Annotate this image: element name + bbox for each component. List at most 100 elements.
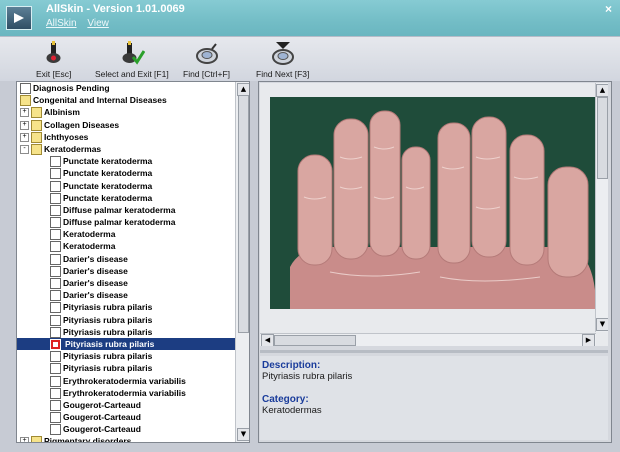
tree-row[interactable]: Darier's disease xyxy=(17,265,235,277)
tree-row[interactable]: Punctate keratoderma xyxy=(17,192,235,204)
tree-row[interactable]: + Albinism xyxy=(17,106,235,119)
tree-item-label: Pityriasis rubra pilaris xyxy=(63,351,153,362)
folder-icon xyxy=(31,119,42,131)
document-icon xyxy=(50,241,61,253)
description-label: Description: xyxy=(262,360,321,371)
tree-item-label: Pityriasis rubra pilaris xyxy=(63,302,153,313)
document-icon xyxy=(50,412,61,424)
tree-row[interactable]: Darier's disease xyxy=(17,277,235,289)
image-scroll-up-icon[interactable]: ▲ xyxy=(596,84,608,97)
tree-item-label: Punctate keratoderma xyxy=(63,180,153,191)
tree-row[interactable]: Diffuse palmar keratoderma xyxy=(17,204,235,216)
tree-row[interactable]: - Keratodermas xyxy=(17,143,235,155)
tree-item-label: Diagnosis Pending xyxy=(33,83,110,93)
image-horizontal-scrollbar[interactable]: ◀ ▶ xyxy=(260,333,596,346)
tree-item-label: Gougerot-Carteaud xyxy=(63,399,141,410)
tree-row[interactable]: Pityriasis rubra pilaris xyxy=(17,337,235,351)
tree-row[interactable]: Diagnosis Pending xyxy=(17,82,235,94)
menu-bar: AllSkin View xyxy=(46,18,117,29)
tree-item-label: Keratoderma xyxy=(63,241,116,252)
main-area: Diagnosis Pending Congenital and Internal… xyxy=(0,81,620,452)
tree-row[interactable]: Congenital and Internal Diseases xyxy=(17,94,235,107)
document-icon xyxy=(50,253,61,265)
document-icon xyxy=(20,83,31,94)
folder-icon xyxy=(20,95,31,107)
find-label: Find [Ctrl+F] xyxy=(183,69,230,79)
image-hscroll-thumb[interactable] xyxy=(274,335,356,346)
tree-scrollbar[interactable]: ▲ ▼ xyxy=(235,82,249,442)
image-vscroll-thumb[interactable] xyxy=(597,97,608,179)
expander-icon[interactable]: + xyxy=(20,437,29,442)
toolbar: Exit [Esc] Select and Exit [F1] Find [Ct… xyxy=(0,36,620,82)
tree-row[interactable]: Punctate keratoderma xyxy=(17,167,235,180)
expander-icon[interactable]: - xyxy=(20,144,29,154)
tree-row[interactable]: Punctate keratoderma xyxy=(17,155,235,168)
panel-splitter[interactable] xyxy=(260,350,608,353)
select-and-exit-button[interactable]: Select and Exit [F1] xyxy=(95,39,169,79)
close-button[interactable]: × xyxy=(605,2,612,16)
tree-item-label: Collagen Diseases xyxy=(44,119,120,130)
document-icon xyxy=(50,156,61,168)
category-value: Keratodermas xyxy=(262,405,322,416)
tree-row[interactable]: Darier's disease xyxy=(17,253,235,265)
tree-row[interactable]: + Collagen Diseases xyxy=(17,119,235,131)
document-icon xyxy=(50,338,61,350)
tree-row[interactable]: Gougerot-Carteaud xyxy=(17,423,235,436)
window-title: AllSkin - Version 1.01.0069 xyxy=(46,3,185,15)
tree-row[interactable]: Pityriasis rubra pilaris xyxy=(17,314,235,326)
document-icon xyxy=(50,204,61,216)
find-icon xyxy=(183,39,230,65)
tree-row[interactable]: Diffuse palmar keratoderma xyxy=(17,216,235,229)
expander-icon[interactable]: + xyxy=(20,132,29,142)
preview-panel: ▲ ▼ ◀ ▶ Description: Pityriasis rubra pi… xyxy=(258,81,612,443)
tree-row[interactable]: Gougerot-Carteaud xyxy=(17,411,235,424)
tree-item-label: Albinism xyxy=(44,107,80,118)
tree-row[interactable]: Punctate keratoderma xyxy=(17,180,235,192)
tree-row[interactable]: + Ichthyoses xyxy=(17,131,235,143)
find-button[interactable]: Find [Ctrl+F] xyxy=(183,39,230,79)
expander-icon[interactable]: + xyxy=(20,120,29,130)
tree-row[interactable]: Erythrokeratodermia variabilis xyxy=(17,387,235,399)
tree-item-label: Pityriasis rubra pilaris xyxy=(63,363,153,374)
tree-row[interactable]: + Pigmentary disorders xyxy=(17,435,235,442)
image-vertical-scrollbar[interactable]: ▲ ▼ xyxy=(595,83,608,332)
tree-item-label: Keratoderma xyxy=(63,229,116,240)
document-icon xyxy=(50,229,61,241)
tree-item-label: Diffuse palmar keratoderma xyxy=(63,217,176,228)
tree-row[interactable]: Gougerot-Carteaud xyxy=(17,399,235,411)
image-scroll-right-icon[interactable]: ▶ xyxy=(582,334,595,346)
scroll-thumb[interactable] xyxy=(238,95,249,333)
tree-row[interactable]: Darier's disease xyxy=(17,289,235,302)
folder-icon xyxy=(31,143,42,155)
tree-item-label: Darier's disease xyxy=(63,253,128,264)
tree-item-label: Gougerot-Carteaud xyxy=(63,412,141,423)
menu-allskin[interactable]: AllSkin xyxy=(46,18,77,29)
app-logo-icon xyxy=(6,6,32,30)
image-scroll-left-icon[interactable]: ◀ xyxy=(261,334,274,346)
tree-item-label: Diffuse palmar keratoderma xyxy=(63,204,176,215)
tree-row[interactable]: Keratoderma xyxy=(17,240,235,253)
find-next-button[interactable]: Find Next [F3] xyxy=(256,39,309,79)
details-area: Description: Pityriasis rubra pilaris Ca… xyxy=(260,356,608,440)
image-scroll-down-icon[interactable]: ▼ xyxy=(596,318,608,331)
expander-icon[interactable]: + xyxy=(20,108,29,118)
tree-row[interactable]: Keratoderma xyxy=(17,228,235,241)
category-label: Category: xyxy=(262,394,309,405)
tree-row[interactable]: Pityriasis rubra pilaris xyxy=(17,350,235,363)
scroll-down-icon[interactable]: ▼ xyxy=(237,428,249,441)
diagnosis-tree-panel: Diagnosis Pending Congenital and Internal… xyxy=(16,81,250,443)
tree-row[interactable]: Pityriasis rubra pilaris xyxy=(17,362,235,375)
document-icon xyxy=(50,375,61,387)
tree-row[interactable]: Pityriasis rubra pilaris xyxy=(17,301,235,314)
menu-view[interactable]: View xyxy=(87,18,109,29)
document-icon xyxy=(50,302,61,314)
exit-button[interactable]: Exit [Esc] xyxy=(36,39,71,79)
tree-row[interactable]: Erythrokeratodermia variabilis xyxy=(17,375,235,387)
document-icon xyxy=(50,217,61,229)
document-icon xyxy=(50,278,61,289)
clinical-photo xyxy=(270,97,596,309)
document-icon xyxy=(50,192,61,204)
title-bar: AllSkin - Version 1.01.0069 AllSkin View… xyxy=(0,0,620,36)
tree-row[interactable]: Pityriasis rubra pilaris xyxy=(17,326,235,338)
document-icon xyxy=(50,424,61,436)
